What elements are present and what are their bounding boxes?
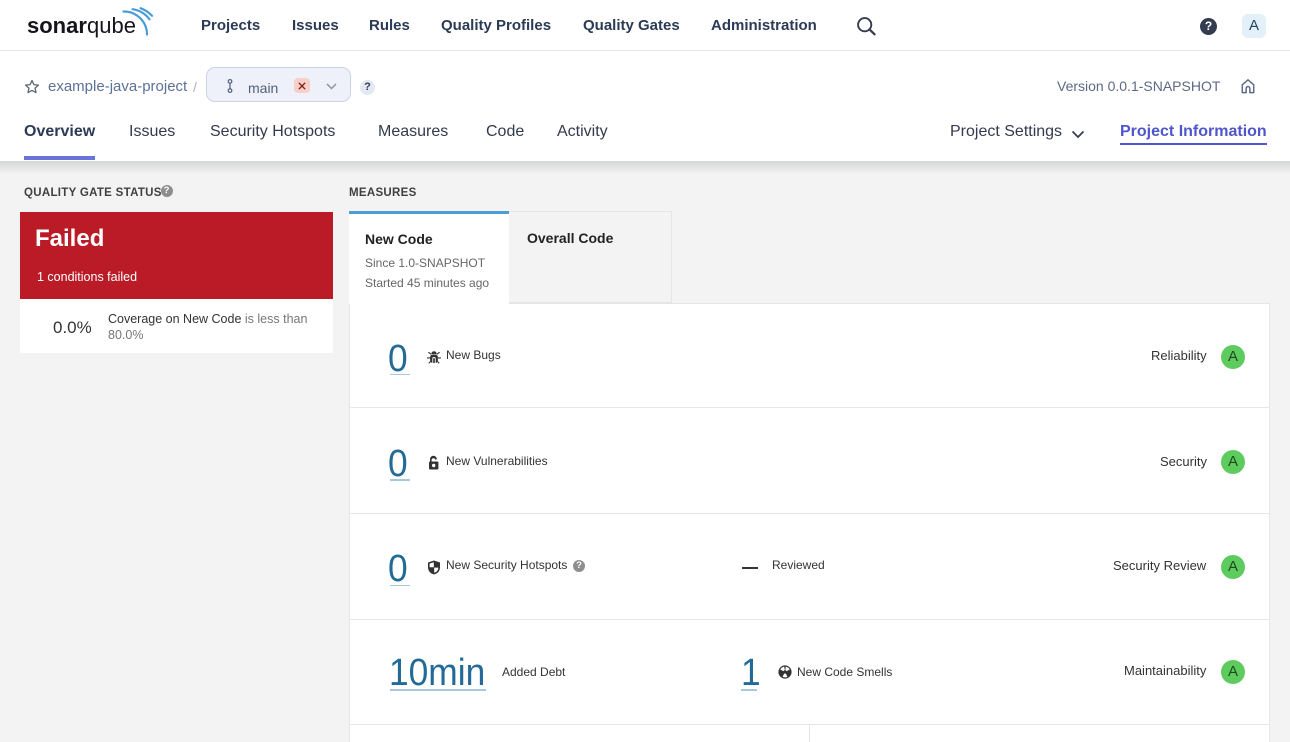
svg-text:sonar: sonar — [27, 13, 87, 38]
svg-text:qube: qube — [87, 13, 136, 38]
